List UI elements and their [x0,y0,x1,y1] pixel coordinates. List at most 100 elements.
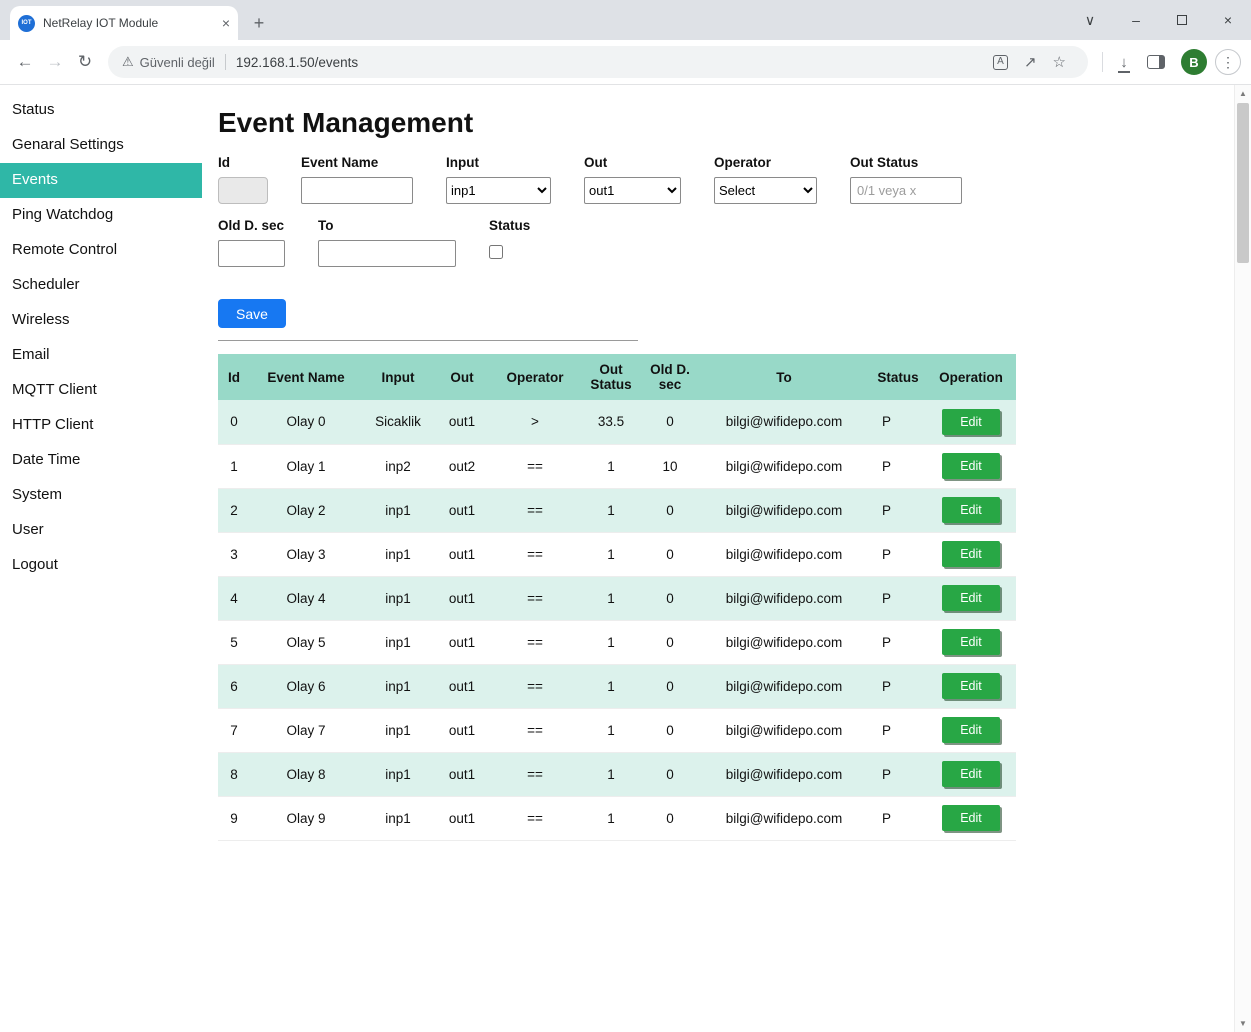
forward-button[interactable]: → [40,52,70,72]
old-d-input[interactable] [218,240,285,267]
cell-out-status: 1 [580,488,642,532]
column-header: Id [218,354,250,400]
to-field: To [318,218,456,267]
column-header: Out [434,354,490,400]
page-scrollbar[interactable]: ▲ ▼ [1234,85,1251,1032]
browser-tab[interactable]: IOT NetRelay IOT Module × [10,6,238,40]
edit-button[interactable]: Edit [942,673,1000,699]
edit-button[interactable]: Edit [942,629,1000,655]
cell-operator: == [490,708,580,752]
out-status-input[interactable] [850,177,962,204]
sidebar-item-http-client[interactable]: HTTP Client [0,408,202,443]
edit-button[interactable]: Edit [942,497,1000,523]
operator-select[interactable]: Select [714,177,817,204]
sidebar-item-mqtt-client[interactable]: MQTT Client [0,373,202,408]
tab-close-icon[interactable]: × [222,15,230,31]
cell-id: 7 [218,708,250,752]
new-tab-button[interactable]: + [244,8,274,38]
edit-button[interactable]: Edit [942,717,1000,743]
form-divider [218,340,638,341]
window-controls: ∨ – × [1067,0,1251,40]
column-header: Operator [490,354,580,400]
cell-to: bilgi@wifidepo.com [698,796,870,840]
table-row: 0Olay 0Sicaklikout1>33.50bilgi@wifidepo.… [218,400,1016,444]
sidebar-item-system[interactable]: System [0,478,202,513]
cell-operation: Edit [926,576,1016,620]
cell-status: P [870,488,926,532]
scrollbar-thumb[interactable] [1237,103,1249,263]
share-icon[interactable]: ↗ [1024,53,1037,71]
sidebar-item-logout[interactable]: Logout [0,548,202,583]
sidebar-item-remote-control[interactable]: Remote Control [0,233,202,268]
out-select[interactable]: out1 [584,177,681,204]
cell-out: out1 [434,752,490,796]
sidebar-item-ping-watchdog[interactable]: Ping Watchdog [0,198,202,233]
tab-search-icon[interactable]: ∨ [1067,0,1113,40]
edit-button[interactable]: Edit [942,805,1000,831]
cell-old-d: 0 [642,796,698,840]
cell-out: out1 [434,488,490,532]
cell-out: out1 [434,708,490,752]
cell-input: inp1 [362,620,434,664]
event-name-input[interactable] [301,177,413,204]
sidebar-item-status[interactable]: Status [0,93,202,128]
address-bar[interactable]: ⚠ Güvenli değil 192.168.1.50/events A ↗ … [108,46,1088,78]
cell-old-d: 0 [642,664,698,708]
cell-out: out1 [434,796,490,840]
maximize-button[interactable] [1159,0,1205,40]
status-checkbox[interactable] [489,245,503,259]
translate-icon[interactable]: A [993,55,1008,70]
to-input[interactable] [318,240,456,267]
cell-out-status: 1 [580,796,642,840]
cell-id: 0 [218,400,250,444]
cell-name: Olay 4 [250,576,362,620]
cell-operator: == [490,664,580,708]
edit-button[interactable]: Edit [942,409,1000,435]
table-row: 9Olay 9inp1out1==10bilgi@wifidepo.comPEd… [218,796,1016,840]
cell-status: P [870,708,926,752]
profile-avatar[interactable]: B [1181,49,1207,75]
minimize-button[interactable]: – [1113,0,1159,40]
scroll-up-icon[interactable]: ▲ [1235,85,1251,102]
cell-old-d: 0 [642,532,698,576]
reload-button[interactable]: ↻ [70,52,100,72]
edit-button[interactable]: Edit [942,585,1000,611]
maximize-icon [1177,15,1187,25]
input-select[interactable]: inp1 [446,177,551,204]
sidebar-item-scheduler[interactable]: Scheduler [0,268,202,303]
navbar: ← → ↻ ⚠ Güvenli değil 192.168.1.50/event… [0,40,1251,85]
cell-input: Sicaklik [362,400,434,444]
cell-to: bilgi@wifidepo.com [698,532,870,576]
sidebar-item-user[interactable]: User [0,513,202,548]
cell-to: bilgi@wifidepo.com [698,620,870,664]
edit-button[interactable]: Edit [942,453,1000,479]
old-d-label: Old D. sec [218,218,285,233]
sidebar-item-genaral-settings[interactable]: Genaral Settings [0,128,202,163]
sidebar-item-events[interactable]: Events [0,163,202,198]
old-d-field: Old D. sec [218,218,285,267]
cell-operator: == [490,444,580,488]
cell-out-status: 1 [580,664,642,708]
menu-icon[interactable]: ⋮ [1215,49,1241,75]
download-icon[interactable]: ↓ [1109,54,1139,71]
cell-out: out2 [434,444,490,488]
sidebar-item-email[interactable]: Email [0,338,202,373]
cell-out-status: 1 [580,576,642,620]
cell-to: bilgi@wifidepo.com [698,708,870,752]
close-button[interactable]: × [1205,0,1251,40]
edit-button[interactable]: Edit [942,541,1000,567]
cell-input: inp1 [362,532,434,576]
side-panel-icon[interactable] [1147,55,1165,69]
back-button[interactable]: ← [10,52,40,72]
cell-operator: == [490,488,580,532]
sidebar-item-date-time[interactable]: Date Time [0,443,202,478]
edit-button[interactable]: Edit [942,761,1000,787]
bookmark-star-icon[interactable]: ☆ [1053,53,1066,71]
cell-operator: == [490,752,580,796]
save-button[interactable]: Save [218,299,286,328]
table-row: 7Olay 7inp1out1==10bilgi@wifidepo.comPEd… [218,708,1016,752]
event-form-row-2: Old D. sec To Status [218,218,1234,267]
sidebar-item-wireless[interactable]: Wireless [0,303,202,338]
cell-old-d: 0 [642,576,698,620]
scroll-down-icon[interactable]: ▼ [1235,1015,1251,1032]
